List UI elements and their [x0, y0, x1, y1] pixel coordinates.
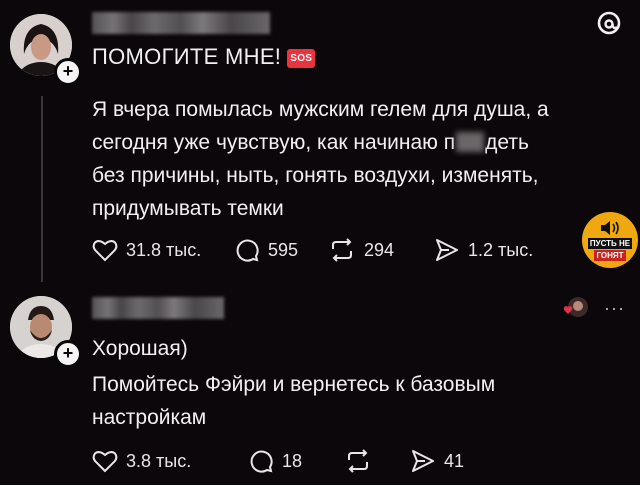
reply-comment-count: 18	[282, 450, 303, 471]
post-title-text: ПОМОГИТЕ МНЕ!	[92, 44, 282, 69]
watermark-line-2: ГОНЯТ	[594, 249, 626, 261]
comment-count: 595	[268, 239, 299, 260]
reply-share-button[interactable]: 41	[410, 449, 464, 473]
reply-follow-plus-button[interactable]: +	[54, 340, 82, 368]
post-title: ПОМОГИТЕ МНЕ! SOS	[92, 44, 316, 70]
censored-word	[456, 132, 485, 152]
comment-button[interactable]: 595	[234, 237, 320, 263]
share-icon	[436, 239, 458, 261]
follow-plus-button[interactable]: +	[54, 58, 82, 86]
repost-icon	[332, 238, 352, 262]
post-body-line-2: сегодня уже чувствую, как начинаю п деть	[92, 126, 632, 159]
like-count: 31.8 тыс.	[126, 239, 202, 260]
reply-author-name-redacted	[92, 297, 224, 319]
post-body-line-2-start: сегодня уже чувствую, как начинаю п	[92, 131, 456, 154]
post-body-line-1: Я вчера помылась мужским гелем для душа,…	[92, 98, 549, 121]
reply-line-2: Помойтесь Фэйри и вернетесь к базовым	[92, 373, 496, 396]
heart-icon	[92, 240, 118, 262]
reply-body: Хорошая) Помойтесь Фэйри и вернетесь к б…	[92, 332, 632, 434]
threads-logo-icon[interactable]	[596, 10, 622, 36]
thread-connector-line	[41, 96, 43, 282]
like-button[interactable]: 31.8 тыс.	[92, 238, 226, 262]
post-body-line-4: придумывать темки	[92, 197, 284, 220]
sos-emoji-badge: SOS	[287, 49, 316, 68]
comment-icon	[236, 239, 259, 262]
repost-button[interactable]: 294	[328, 237, 426, 263]
post-actions-bar: 31.8 тыс. 595 294 1.2 тыс.	[92, 237, 612, 263]
post-body-line-2-end: деть	[485, 131, 529, 154]
post-body-line-3: без причины, ныть, гонять воздухи, измен…	[92, 164, 539, 187]
reply-line-3: настройкам	[92, 406, 207, 429]
watermark-line-1: ПУСТЬ НЕ	[587, 237, 633, 249]
reply-actions-bar: 3.8 тыс. 18 41	[92, 448, 552, 474]
more-icon[interactable]: ···	[604, 298, 625, 319]
speaker-icon	[601, 220, 619, 235]
post-body: Я вчера помылась мужским гелем для душа,…	[92, 93, 632, 225]
repost-icon	[348, 449, 368, 473]
reply-comment-button[interactable]: 18	[248, 448, 336, 474]
comment-icon	[250, 450, 273, 473]
post-author-name-redacted	[92, 12, 270, 34]
reply-repost-button[interactable]	[344, 448, 402, 474]
share-icon	[412, 450, 434, 472]
reply-like-button[interactable]: 3.8 тыс.	[92, 449, 240, 473]
liked-by-author-indicator	[562, 296, 592, 322]
reply-like-count: 3.8 тыс.	[126, 450, 192, 471]
share-count: 1.2 тыс.	[468, 239, 534, 260]
heart-icon	[92, 451, 118, 473]
reply-line-1: Хорошая)	[92, 337, 188, 360]
repost-count: 294	[364, 239, 395, 260]
share-button[interactable]: 1.2 тыс.	[434, 238, 533, 262]
reply-share-count: 41	[444, 450, 465, 471]
watermark-badge: ПУСТЬ НЕ ГОНЯТ	[582, 212, 638, 268]
